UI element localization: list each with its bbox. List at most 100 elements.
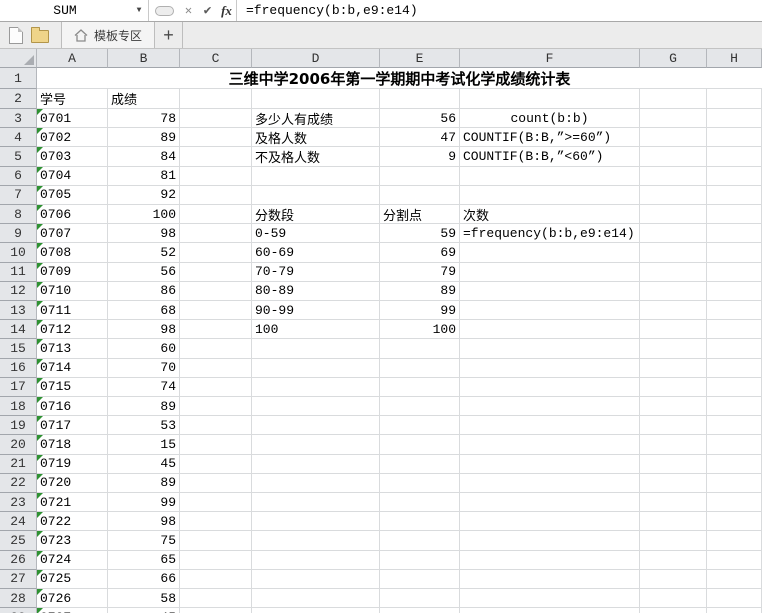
cell-F15[interactable] <box>460 339 640 359</box>
cell-D28[interactable] <box>252 589 380 609</box>
cell-A12[interactable]: 0710 <box>37 281 108 301</box>
cell-B7[interactable]: 92 <box>108 185 180 205</box>
cell-H8[interactable] <box>707 205 762 225</box>
cell-C14[interactable] <box>180 320 252 340</box>
cell-A10[interactable]: 0708 <box>37 243 108 263</box>
cell-H12[interactable] <box>707 281 762 301</box>
cell-D8[interactable]: 分数段 <box>252 205 380 225</box>
cell-C21[interactable] <box>180 454 252 474</box>
column-header-D[interactable]: D <box>252 49 380 68</box>
cell-A19[interactable]: 0717 <box>37 416 108 436</box>
cell-F28[interactable] <box>460 589 640 609</box>
cell-H6[interactable] <box>707 166 762 186</box>
cell-title-A1[interactable]: 三维中学2006年第一学期期中考试化学成绩统计表 <box>37 68 762 89</box>
cell-D13[interactable]: 90-99 <box>252 301 380 321</box>
cell-B9[interactable]: 98 <box>108 224 180 244</box>
row-header-15[interactable]: 15 <box>0 339 37 359</box>
cell-H26[interactable] <box>707 550 762 570</box>
cell-F10[interactable] <box>460 243 640 263</box>
cell-B13[interactable]: 68 <box>108 301 180 321</box>
cell-C5[interactable] <box>180 147 252 167</box>
cell-A5[interactable]: 0703 <box>37 147 108 167</box>
cell-G26[interactable] <box>640 550 707 570</box>
cell-D26[interactable] <box>252 550 380 570</box>
column-header-F[interactable]: F <box>460 49 640 68</box>
cell-E28[interactable] <box>380 589 460 609</box>
cell-G11[interactable] <box>640 262 707 282</box>
row-header-7[interactable]: 7 <box>0 185 37 205</box>
cell-E10[interactable]: 69 <box>380 243 460 263</box>
cell-F3[interactable]: count(b:b) <box>460 109 640 129</box>
cell-C27[interactable] <box>180 569 252 589</box>
row-header-10[interactable]: 10 <box>0 243 37 263</box>
column-header-G[interactable]: G <box>640 49 707 68</box>
row-header-18[interactable]: 18 <box>0 397 37 417</box>
cell-E13[interactable]: 99 <box>380 301 460 321</box>
tab-template-zone[interactable]: 模板专区 <box>61 22 156 48</box>
cell-G21[interactable] <box>640 454 707 474</box>
cell-D17[interactable] <box>252 377 380 397</box>
row-header-4[interactable]: 4 <box>0 128 37 148</box>
cell-D4[interactable]: 及格人数 <box>252 128 380 148</box>
row-header-2[interactable]: 2 <box>0 89 37 109</box>
cell-G5[interactable] <box>640 147 707 167</box>
select-all-corner[interactable] <box>0 49 37 68</box>
cell-B28[interactable]: 58 <box>108 589 180 609</box>
cell-F7[interactable] <box>460 185 640 205</box>
cell-F14[interactable] <box>460 320 640 340</box>
cell-H13[interactable] <box>707 301 762 321</box>
cell-B11[interactable]: 56 <box>108 262 180 282</box>
cell-F4[interactable]: COUNTIF(B:B,”>=60”) <box>460 128 640 148</box>
cell-C25[interactable] <box>180 531 252 551</box>
cell-C12[interactable] <box>180 281 252 301</box>
cell-F23[interactable] <box>460 493 640 513</box>
cell-G17[interactable] <box>640 377 707 397</box>
cell-A20[interactable]: 0718 <box>37 435 108 455</box>
cell-C11[interactable] <box>180 262 252 282</box>
cell-D22[interactable] <box>252 473 380 493</box>
cell-B4[interactable]: 89 <box>108 128 180 148</box>
cell-D29[interactable] <box>252 608 380 613</box>
cell-H15[interactable] <box>707 339 762 359</box>
cell-A23[interactable]: 0721 <box>37 493 108 513</box>
new-tab-button[interactable]: + <box>155 22 184 48</box>
cell-G10[interactable] <box>640 243 707 263</box>
cell-C4[interactable] <box>180 128 252 148</box>
cell-C18[interactable] <box>180 397 252 417</box>
cell-B20[interactable]: 15 <box>108 435 180 455</box>
cell-G7[interactable] <box>640 185 707 205</box>
cell-E21[interactable] <box>380 454 460 474</box>
cell-C7[interactable] <box>180 185 252 205</box>
cell-A3[interactable]: 0701 <box>37 109 108 129</box>
cell-A26[interactable]: 0724 <box>37 550 108 570</box>
cell-C13[interactable] <box>180 301 252 321</box>
cell-E22[interactable] <box>380 473 460 493</box>
cell-F13[interactable] <box>460 301 640 321</box>
cell-F27[interactable] <box>460 569 640 589</box>
cell-A14[interactable]: 0712 <box>37 320 108 340</box>
cell-H9[interactable] <box>707 224 762 244</box>
cell-G20[interactable] <box>640 435 707 455</box>
cell-B6[interactable]: 81 <box>108 166 180 186</box>
cell-H14[interactable] <box>707 320 762 340</box>
cell-G29[interactable] <box>640 608 707 613</box>
cell-C29[interactable] <box>180 608 252 613</box>
cell-H19[interactable] <box>707 416 762 436</box>
cell-H17[interactable] <box>707 377 762 397</box>
cell-E2[interactable] <box>380 89 460 109</box>
cell-E7[interactable] <box>380 185 460 205</box>
cell-F17[interactable] <box>460 377 640 397</box>
cell-H5[interactable] <box>707 147 762 167</box>
cell-E4[interactable]: 47 <box>380 128 460 148</box>
cell-E14[interactable]: 100 <box>380 320 460 340</box>
row-header-24[interactable]: 24 <box>0 512 37 532</box>
cell-E3[interactable]: 56 <box>380 109 460 129</box>
name-box[interactable]: SUM <box>0 0 130 21</box>
cell-C6[interactable] <box>180 166 252 186</box>
cell-H11[interactable] <box>707 262 762 282</box>
cell-C3[interactable] <box>180 109 252 129</box>
cell-C17[interactable] <box>180 377 252 397</box>
cell-E8[interactable]: 分割点 <box>380 205 460 225</box>
cell-B12[interactable]: 86 <box>108 281 180 301</box>
cell-E20[interactable] <box>380 435 460 455</box>
